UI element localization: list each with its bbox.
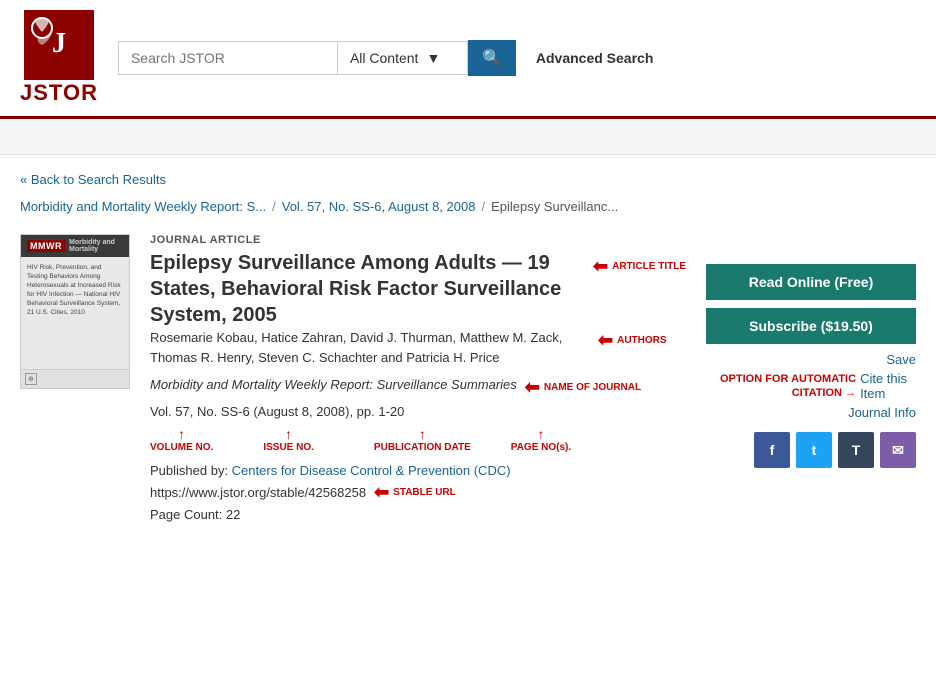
red-arrow-journal: ⬅ <box>525 377 540 398</box>
issue-arrow-up: ↑ <box>285 426 292 442</box>
volume-annotation: ↑ VOLUME NO. <box>150 426 213 453</box>
page-annotation: ↑ PAGE NO(s). <box>511 426 571 453</box>
back-link-area: « Back to Search Results <box>0 155 936 195</box>
page-arrow-up: ↑ <box>537 426 544 442</box>
cdc-logo: ⊕ <box>25 373 37 385</box>
breadcrumb-sep-2: / <box>481 199 485 214</box>
journal-info-row: Journal Info <box>848 405 916 420</box>
email-button[interactable]: ✉ <box>880 432 916 468</box>
right-panel: Read Online (Free) Subscribe ($19.50) Sa… <box>706 234 916 522</box>
mmwr-badge: MMWR <box>27 240 65 252</box>
volume-arrow-up: ↑ <box>178 426 185 442</box>
subscribe-button[interactable]: Subscribe ($19.50) <box>706 308 916 344</box>
option-auto-citation-label: OPTION FOR AUTOMATIC CITATION → <box>706 372 856 401</box>
authors-text: Rosemarie Kobau, Hatice Zahran, David J.… <box>150 328 590 367</box>
stable-url-text: https://www.jstor.org/stable/42568258 <box>150 485 366 500</box>
article-info: Journal Article Epilepsy Surveillance Am… <box>150 234 686 522</box>
article-title-label: ⬅ ARTICLE TITLE <box>593 256 686 277</box>
search-input[interactable] <box>118 41 338 75</box>
jstor-logo-text: JSTOR <box>20 80 98 106</box>
save-row: Save <box>886 352 916 367</box>
facebook-icon: f <box>770 442 775 458</box>
breadcrumb-current: Epilepsy Surveillanc... <box>491 199 618 214</box>
published-row: Published by: Centers for Disease Contro… <box>150 463 686 478</box>
page-count-row: Page Count: 22 <box>150 507 686 522</box>
issue-annotation: ↑ ISSUE NO. <box>263 426 314 453</box>
pubdate-annotation: ↑ PUBLICATION DATE <box>374 426 471 453</box>
article-thumbnail: MMWR Morbidity and Mortality HIV Risk, P… <box>20 234 130 389</box>
tumblr-button[interactable]: T <box>838 432 874 468</box>
volume-info-section: Vol. 57, No. SS-6 (August 8, 2008), pp. … <box>150 402 686 453</box>
social-row: f t T ✉ <box>706 432 916 468</box>
chevron-down-icon: ▼ <box>426 50 440 66</box>
tumblr-icon: T <box>852 442 861 458</box>
article-title: Epilepsy Surveillance Among Adults — 19 … <box>150 250 585 328</box>
volume-row: Vol. 57, No. SS-6 (August 8, 2008), pp. … <box>150 402 686 422</box>
jstor-logo-icon: J <box>24 10 94 80</box>
red-arrow-authors: ⬅ <box>598 330 613 351</box>
authors-section: Rosemarie Kobau, Hatice Zahran, David J.… <box>150 328 686 367</box>
save-link[interactable]: Save <box>886 352 916 367</box>
stable-url-label: ⬅ STABLE URL <box>374 482 456 503</box>
thumbnail-subtitle: Morbidity and Mortality <box>69 239 123 253</box>
cite-this-item-link[interactable]: Cite this Item <box>860 371 916 401</box>
title-section: Epilepsy Surveillance Among Adults — 19 … <box>150 250 686 328</box>
content-filter-label: All Content <box>350 50 418 66</box>
thumbnail-text: HIV Risk, Prevention, and Testing Behavi… <box>25 261 125 320</box>
nav-bar <box>0 119 936 155</box>
header: J JSTOR All Content ▼ 🔍 Advanced Search <box>0 0 936 119</box>
save-cite-block: Save OPTION FOR AUTOMATIC CITATION → Cit… <box>706 352 916 420</box>
read-online-button[interactable]: Read Online (Free) <box>706 264 916 300</box>
journal-info-link[interactable]: Journal Info <box>848 405 916 420</box>
search-button[interactable]: 🔍 <box>468 40 516 76</box>
search-area: All Content ▼ 🔍 Advanced Search <box>118 40 916 76</box>
breadcrumb-journal[interactable]: Morbidity and Mortality Weekly Report: S… <box>20 199 266 214</box>
breadcrumb-sep-1: / <box>272 199 276 214</box>
red-arrow-stable: ⬅ <box>374 482 389 503</box>
content-filter-dropdown[interactable]: All Content ▼ <box>338 41 468 75</box>
page-count-text: Page Count: 22 <box>150 507 240 522</box>
published-by-label: Published by: <box>150 463 232 478</box>
thumbnail-header: MMWR Morbidity and Mortality <box>21 235 129 257</box>
volume-annotations: ↑ VOLUME NO. ↑ ISSUE NO. ↑ PUBLICATION D… <box>150 426 686 453</box>
publisher-link[interactable]: Centers for Disease Control & Prevention… <box>232 463 511 478</box>
pubdate-arrow-up: ↑ <box>419 426 426 442</box>
article-type: Journal Article <box>150 234 686 246</box>
twitter-icon: t <box>812 442 817 458</box>
logo-area: J JSTOR <box>20 10 98 106</box>
cite-row: OPTION FOR AUTOMATIC CITATION → Cite thi… <box>706 371 916 401</box>
thumbnail-footer: ⊕ <box>21 369 129 388</box>
breadcrumb-volume[interactable]: Vol. 57, No. SS-6, August 8, 2008 <box>282 199 476 214</box>
email-icon: ✉ <box>892 442 904 459</box>
red-arrow-title: ⬅ <box>593 256 608 277</box>
journal-name: Morbidity and Mortality Weekly Report: S… <box>150 375 517 395</box>
journal-label: ⬅ NAME OF JOURNAL <box>525 377 641 398</box>
volume-text: Vol. 57, No. SS-6 (August 8, 2008), pp. … <box>150 402 404 422</box>
search-icon: 🔍 <box>482 48 502 68</box>
stable-url-row: https://www.jstor.org/stable/42568258 ⬅ … <box>150 482 686 503</box>
breadcrumb: Morbidity and Mortality Weekly Report: S… <box>0 195 936 224</box>
twitter-button[interactable]: t <box>796 432 832 468</box>
facebook-button[interactable]: f <box>754 432 790 468</box>
thumbnail-body: HIV Risk, Prevention, and Testing Behavi… <box>21 257 129 369</box>
advanced-search-link[interactable]: Advanced Search <box>536 50 654 66</box>
journal-section: Morbidity and Mortality Weekly Report: S… <box>150 375 686 398</box>
back-to-search-link[interactable]: « Back to Search Results <box>20 172 166 187</box>
svg-text:J: J <box>52 28 66 59</box>
main-content: MMWR Morbidity and Mortality HIV Risk, P… <box>0 224 936 542</box>
authors-label: ⬅ AUTHORS <box>598 330 667 351</box>
